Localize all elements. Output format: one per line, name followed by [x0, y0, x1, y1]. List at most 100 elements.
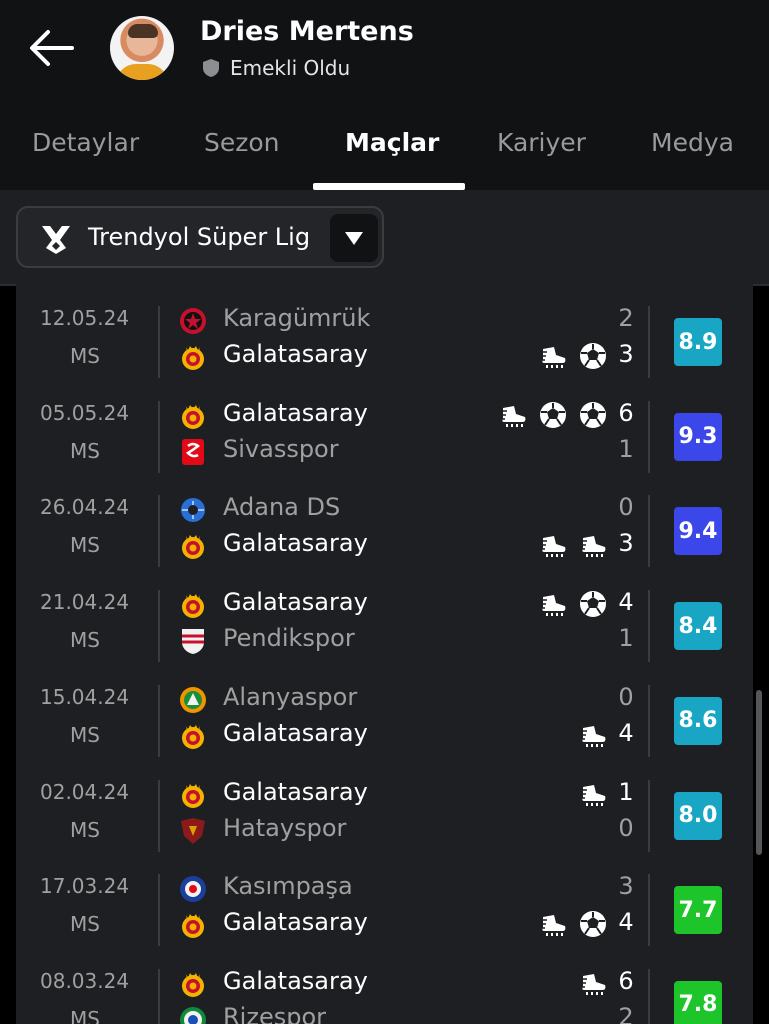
assist-boot-icon	[578, 530, 608, 560]
home-team-name: Kasımpaşa	[223, 872, 353, 901]
match-status: MS	[70, 533, 100, 558]
home-player-events	[578, 968, 608, 998]
match-row[interactable]: 21.04.24 MS Galatasaray 4 Pendikspor 1 8.4	[16, 568, 753, 663]
away-team-score: 1	[618, 434, 634, 463]
home-team-name: Galatasaray	[223, 398, 368, 427]
match-list: 12.05.24 MS Karagümrük 2 Galatasaray 3 8.9 05.0…	[16, 284, 753, 1024]
divider	[158, 400, 160, 473]
match-status: MS	[70, 438, 100, 463]
home-team-score: 6	[618, 966, 634, 995]
home-team-score: 1	[618, 777, 634, 806]
home-team-name: Alanyaspor	[223, 682, 358, 711]
away-team-crest-icon	[178, 342, 208, 372]
away-team-name: Pendikspor	[223, 624, 355, 653]
league-dropdown[interactable]: Trendyol Süper Lig	[16, 206, 384, 268]
dropdown-toggle[interactable]	[330, 214, 378, 262]
divider	[648, 968, 650, 1024]
home-team-name: Adana DS	[223, 493, 341, 522]
goal-ball-icon	[578, 589, 608, 619]
away-team-name: Sivasspor	[223, 434, 339, 463]
match-date: 17.03.24	[40, 874, 130, 899]
home-player-events	[538, 589, 608, 619]
rating-badge: 7.7	[674, 886, 722, 935]
away-team-name: Galatasaray	[223, 529, 368, 558]
rating-badge: 8.9	[674, 318, 722, 366]
match-row[interactable]: 02.04.24 MS Galatasaray 1 Hatayspor 0 8.0	[16, 758, 753, 852]
match-status: MS	[70, 344, 100, 368]
rating-badge: 8.4	[674, 602, 722, 651]
player-status-label: Emekli Oldu	[230, 56, 351, 80]
goal-ball-icon	[578, 909, 608, 939]
home-team-crest-icon	[178, 685, 208, 715]
divider	[158, 968, 160, 1024]
arrow-left-icon[interactable]	[26, 26, 76, 70]
home-player-events	[498, 400, 608, 430]
home-team-score: 3	[618, 872, 634, 901]
match-row[interactable]: 08.03.24 MS Galatasaray 6 Rizespor 2 7.8	[16, 947, 753, 1024]
match-status: MS	[70, 722, 100, 747]
match-row[interactable]: 12.05.24 MS Karagümrük 2 Galatasaray 3 8.9	[16, 284, 753, 378]
scrollbar[interactable]	[756, 690, 762, 855]
match-date: 26.04.24	[40, 495, 130, 520]
divider	[158, 590, 160, 663]
rating-badge: 9.3	[674, 412, 722, 461]
assist-boot-icon	[578, 968, 608, 998]
match-status: MS	[70, 1006, 100, 1024]
away-player-events	[578, 720, 608, 750]
divider	[158, 306, 160, 378]
divider	[158, 779, 160, 852]
match-status: MS	[70, 912, 100, 937]
goal-ball-icon	[578, 400, 608, 430]
caret-down-icon	[345, 232, 363, 245]
divider	[648, 306, 650, 378]
tab-maclar[interactable]: Maçlar	[345, 128, 439, 157]
home-team-score: 0	[618, 493, 634, 522]
away-team-score: 3	[618, 529, 634, 558]
tab-kariyer[interactable]: Kariyer	[497, 128, 586, 157]
away-team-crest-icon	[178, 1005, 208, 1024]
home-team-name: Galatasaray	[223, 777, 368, 806]
tab-medya[interactable]: Medya	[651, 128, 734, 157]
match-date: 08.03.24	[40, 968, 130, 993]
active-tab-indicator	[313, 183, 465, 190]
tab-sezon[interactable]: Sezon	[204, 128, 280, 157]
away-team-name: Hatayspor	[223, 813, 347, 842]
tab-detaylar[interactable]: Detaylar	[32, 128, 139, 157]
avatar	[110, 16, 174, 80]
home-team-crest-icon	[178, 495, 208, 525]
match-row[interactable]: 15.04.24 MS Alanyaspor 0 Galatasaray 4 8.6	[16, 663, 753, 757]
match-row[interactable]: 17.03.24 MS Kasımpaşa 3 Galatasaray 4 7.7	[16, 852, 753, 947]
match-status: MS	[70, 628, 100, 653]
away-team-crest-icon	[178, 910, 208, 940]
home-player-events	[578, 779, 608, 809]
away-team-score: 2	[618, 1002, 634, 1024]
divider	[158, 495, 160, 568]
away-team-score: 0	[618, 813, 634, 842]
goal-ball-icon	[538, 400, 568, 430]
filter-bar: Trendyol Süper Lig	[0, 190, 769, 284]
home-team-score: 0	[618, 682, 634, 711]
divider	[158, 874, 160, 947]
home-team-name: Karagümrük	[223, 304, 371, 332]
assist-boot-icon	[498, 400, 528, 430]
away-team-name: Galatasaray	[223, 908, 368, 937]
match-row[interactable]: 26.04.24 MS Adana DS 0 Galatasaray 3 9.4	[16, 473, 753, 568]
home-team-name: Galatasaray	[223, 588, 368, 617]
divider	[648, 590, 650, 663]
match-date: 21.04.24	[40, 590, 130, 615]
rating-badge: 8.0	[674, 791, 722, 840]
home-team-crest-icon	[178, 874, 208, 904]
divider	[158, 684, 160, 757]
away-team-name: Galatasaray	[223, 718, 368, 747]
tab-bar: Detaylar Sezon Maçlar Kariyer Medya	[0, 110, 769, 190]
assist-boot-icon	[538, 909, 568, 939]
away-team-crest-icon	[178, 531, 208, 561]
match-date: 02.04.24	[40, 779, 130, 804]
match-row[interactable]: 05.05.24 MS Galatasaray 6 Sivasspor 1 9.3	[16, 379, 753, 473]
away-team-crest-icon	[178, 721, 208, 751]
league-label: Trendyol Süper Lig	[88, 223, 311, 251]
away-team-crest-icon	[178, 626, 208, 656]
player-status: Emekli Oldu	[202, 56, 350, 80]
match-date: 05.05.24	[40, 400, 130, 425]
home-team-crest-icon	[178, 780, 208, 810]
